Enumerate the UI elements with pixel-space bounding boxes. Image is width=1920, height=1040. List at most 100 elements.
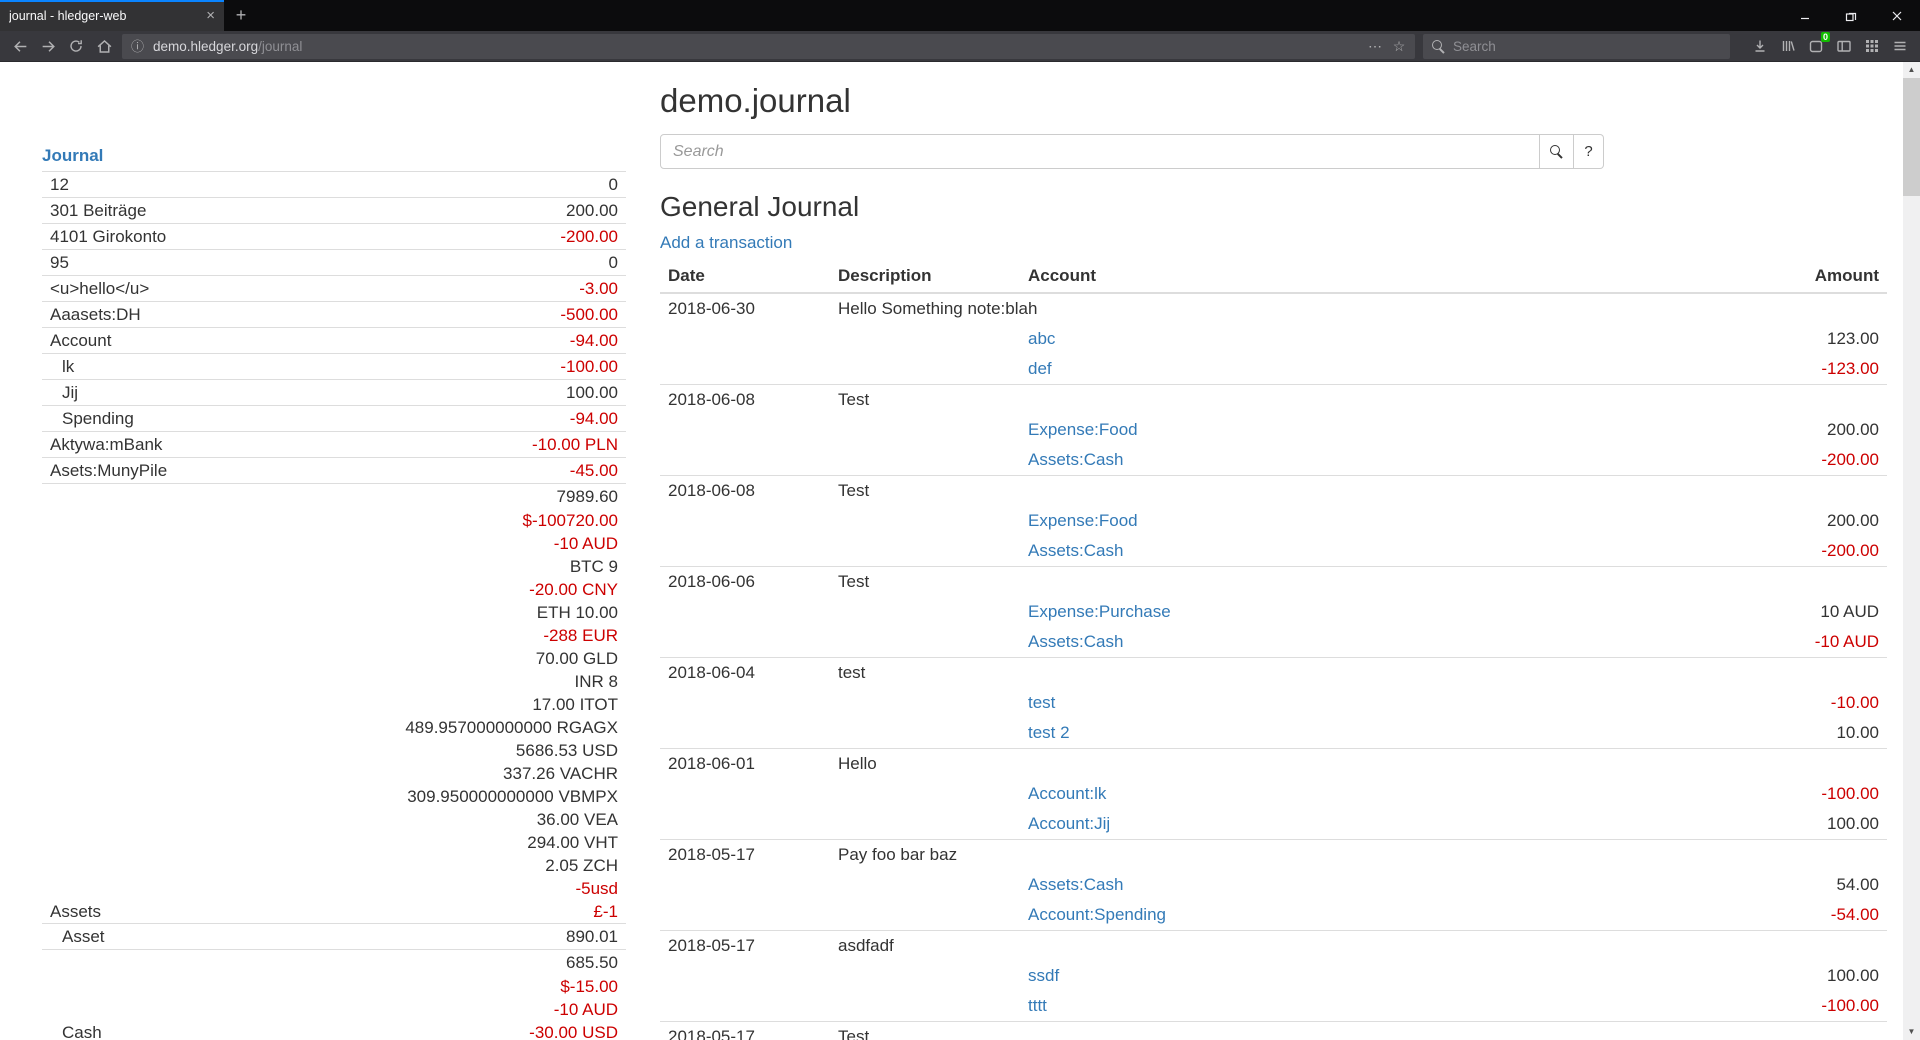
account-link[interactable]: 4101 Girokonto (50, 227, 166, 246)
address-bar[interactable]: ⓘ demo.hledger.org/journal ⋯ ☆ (122, 34, 1415, 59)
account-link[interactable]: abc (1028, 329, 1055, 348)
account-link[interactable]: Expense:Food (1028, 511, 1138, 530)
account-link[interactable]: ssdf (1028, 966, 1059, 985)
browser-search-input[interactable] (1453, 39, 1721, 54)
posting-row: test 210.00 (660, 718, 1887, 749)
scroll-down-icon[interactable]: ▼ (1908, 1024, 1916, 1040)
apps-grid-button[interactable] (1858, 33, 1886, 59)
account-link[interactable]: Account:lk (1028, 784, 1106, 803)
account-link[interactable]: Assets:Cash (1028, 450, 1123, 469)
journal-table-body: 2018-06-30Hello Something note:blahabc12… (660, 293, 1887, 1040)
forward-button[interactable] (34, 33, 62, 59)
account-link[interactable]: Assets (50, 902, 101, 921)
page-scrollbar[interactable]: ▲ ▼ (1903, 62, 1920, 1040)
restore-button[interactable] (1828, 0, 1874, 31)
browser-search-box[interactable] (1423, 34, 1730, 59)
account-link[interactable]: test 2 (1028, 723, 1070, 742)
posting-account-cell: abc (1020, 324, 1667, 354)
account-link[interactable]: 95 (50, 253, 69, 272)
posting-row: ssdf 100.00 (660, 961, 1887, 991)
transaction-description: Hello Something note:blah (830, 293, 1887, 324)
posting-amount: 100.00 (1667, 961, 1887, 991)
posting-amount: -100.00 (1667, 779, 1887, 809)
transaction-description: asdfadf (830, 931, 1887, 962)
home-button[interactable] (90, 33, 118, 59)
posting-indent (660, 324, 1020, 354)
column-header-account: Account (1020, 262, 1667, 293)
sidebar-account-row: -288 EUR (42, 624, 626, 647)
sidebar-account-row: 7989.60 (42, 483, 626, 509)
account-balance: 489.957000000000 RGAGX (405, 718, 618, 737)
posting-indent (660, 506, 1020, 536)
scroll-up-icon[interactable]: ▲ (1908, 62, 1916, 78)
url-path: /journal (258, 39, 302, 54)
sidebar-account-row: 120 (42, 171, 626, 197)
column-header-amount: Amount (1667, 262, 1887, 293)
account-link[interactable]: Assets:Cash (1028, 541, 1123, 560)
scrollbar-thumb[interactable] (1903, 78, 1920, 196)
account-link[interactable]: test (1028, 693, 1055, 712)
account-balance: -100.00 (560, 357, 618, 376)
tab-close-icon[interactable]: × (206, 8, 215, 23)
close-button[interactable] (1874, 0, 1920, 31)
posting-row: Account:lk -100.00 (660, 779, 1887, 809)
account-link[interactable]: Asets:MunyPile (50, 461, 167, 480)
transaction-description: Pay foo bar baz (830, 840, 1887, 871)
account-link[interactable]: Expense:Purchase (1028, 602, 1171, 621)
back-button[interactable] (6, 33, 34, 59)
transaction-description: Test (830, 1022, 1887, 1040)
library-button[interactable] (1774, 33, 1802, 59)
account-link[interactable]: Aaasets:DH (50, 305, 141, 324)
account-link[interactable]: <u>hello</u> (50, 279, 149, 298)
account-link[interactable]: Asset (50, 927, 105, 946)
minimize-button[interactable] (1782, 0, 1828, 31)
posting-row: Assets:Cash54.00 (660, 870, 1887, 900)
account-link[interactable]: Account (50, 331, 111, 350)
account-balance: 309.950000000000 VBMPX (407, 787, 618, 806)
reload-button[interactable] (62, 33, 90, 59)
sidebar-account-row: 70.00 GLD (42, 647, 626, 670)
journal-link[interactable]: Journal (42, 146, 103, 165)
sidebar-account-row: 294.00 VHT (42, 831, 626, 854)
reload-icon (68, 38, 84, 54)
account-link[interactable]: tttt (1028, 996, 1047, 1015)
sidebar-account-row: 337.26 VACHR (42, 762, 626, 785)
account-link[interactable]: def (1028, 359, 1052, 378)
account-link[interactable]: Aktywa:mBank (50, 435, 162, 454)
add-transaction-link[interactable]: Add a transaction (660, 233, 792, 252)
new-tab-button[interactable]: + (224, 0, 258, 31)
account-link[interactable]: Account:Spending (1028, 905, 1166, 924)
account-link[interactable]: Assets:Cash (1028, 632, 1123, 651)
search-help-button[interactable]: ? (1574, 134, 1604, 169)
page-actions-icon[interactable]: ⋯ (1363, 39, 1387, 53)
transaction-date: 2018-06-08 (660, 385, 830, 416)
sidebar-account-row: Account-94.00 (42, 327, 626, 353)
posting-amount: -10 AUD (1667, 627, 1887, 658)
posting-amount: 123.00 (1667, 324, 1887, 354)
bookmark-star-icon[interactable]: ☆ (1387, 39, 1411, 53)
downloads-button[interactable] (1746, 33, 1774, 59)
account-link[interactable]: 12 (50, 175, 69, 194)
main-content: demo.journal ? General Journal Add a tra… (660, 82, 1887, 1040)
account-link[interactable]: Spending (50, 409, 134, 428)
account-link[interactable]: Cash (50, 1023, 102, 1040)
posting-account-cell: test (1020, 688, 1667, 718)
menu-button[interactable] (1886, 33, 1914, 59)
sidebar-toggle-button[interactable] (1830, 33, 1858, 59)
account-link[interactable]: Expense:Food (1028, 420, 1138, 439)
search-submit-button[interactable] (1540, 134, 1574, 169)
account-link[interactable]: 301 Beiträge (50, 201, 146, 220)
account-link[interactable]: Jij (50, 383, 78, 402)
toolbar-icons: 0 (1746, 33, 1914, 59)
sidebar: Journal 120301 Beiträge200.004101 Giroko… (42, 144, 626, 1040)
apps-grid-icon (1864, 38, 1880, 54)
account-link[interactable]: Account:Jij (1028, 814, 1110, 833)
site-info-icon[interactable]: ⓘ (131, 40, 144, 53)
sidebar-header: Journal (42, 144, 626, 171)
browser-tab[interactable]: journal - hledger-web × (0, 0, 224, 31)
account-link[interactable]: Assets:Cash (1028, 875, 1123, 894)
posting-account-cell: Expense:Food (1020, 415, 1667, 445)
account-link[interactable]: lk (50, 357, 74, 376)
journal-search-input[interactable] (660, 134, 1540, 169)
extension-button[interactable]: 0 (1802, 33, 1830, 59)
